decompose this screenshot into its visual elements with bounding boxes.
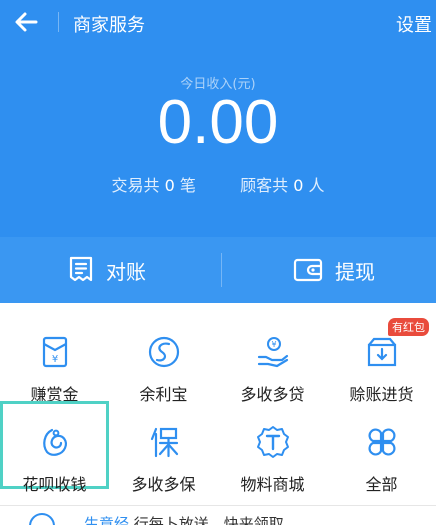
grid-item-all[interactable]: 全部 [327,401,436,494]
page-title: 商家服务 [73,15,145,36]
grid-item-reward[interactable]: ¥ 赚赏金 [0,311,109,404]
back-button[interactable] [10,6,42,38]
topbar-divider [58,12,59,32]
service-grid: ¥ 赚赏金 余利宝 ¥ 多收多贷 赊账进货 花呗收钱 多收多保 物料商城 全部 [0,303,436,525]
transactions-count: 0 [164,176,175,195]
reconcile-label: 对账 [106,259,146,284]
top-bar: 商家服务 设置 [0,0,436,44]
grid-item-label: 全部 [365,475,398,494]
grid-item-loan[interactable]: ¥ 多收多贷 [218,311,327,404]
insurance-icon [150,427,178,458]
withdraw-label: 提现 [335,259,375,284]
grid-item-label: 花呗收钱 [22,475,87,494]
customers-unit: 人 [308,176,325,195]
red-packet-badge: 有红包 [388,318,429,336]
promo-highlight: 生意经 [84,515,130,525]
material-store-icon [256,426,289,458]
grid-item-material-store[interactable]: 物料商城 [218,401,327,494]
income-value: 0.00 [157,88,279,157]
grid-item-yulibao[interactable]: 余利宝 [109,311,218,404]
grid-item-label: 多收多保 [131,475,196,494]
promo-text: 生意经 行每卜放送，快来领取 [84,513,284,525]
action-divider [221,253,222,287]
grid-item-huabei[interactable]: 花呗收钱 [0,401,109,494]
reconcile-button[interactable]: 对账 [68,237,146,303]
customers-prefix: 顾客共 [240,176,289,195]
reward-envelope-icon: ¥ [42,336,67,368]
transactions-prefix: 交易共 [111,176,160,195]
income-header: 商家服务 设置 今日收入(元) 0.00 交易共 0 笔 顾客共 0 人 [0,0,436,237]
divider [0,505,436,506]
grid-item-insurance[interactable]: 多收多保 [109,401,218,494]
huabei-icon [42,428,67,456]
settings-button[interactable]: 设置 [396,11,432,37]
wallet-icon [293,258,323,282]
action-bar: 对账 提现 [0,237,436,303]
promo-icon [29,513,55,525]
svg-text:¥: ¥ [51,354,57,365]
credit-purchase-icon [367,337,396,367]
customers-count: 0 [293,176,304,195]
arrow-left-icon [15,12,38,32]
reconcile-icon [69,256,93,282]
withdraw-button[interactable]: 提现 [293,237,375,303]
yulibao-icon [148,336,179,368]
bottom-promo-strip[interactable]: 生意经 行每卜放送，快来领取 [0,505,436,525]
stats-row: 交易共 0 笔 顾客共 0 人 [0,172,436,196]
svg-text:¥: ¥ [271,340,276,349]
loan-hand-icon: ¥ [257,337,288,368]
transactions-unit: 笔 [179,176,196,195]
promo-body: 行每卜放送，快来领取 [133,515,284,525]
all-apps-icon [368,428,395,456]
grid-item-label: 物料商城 [240,475,305,494]
